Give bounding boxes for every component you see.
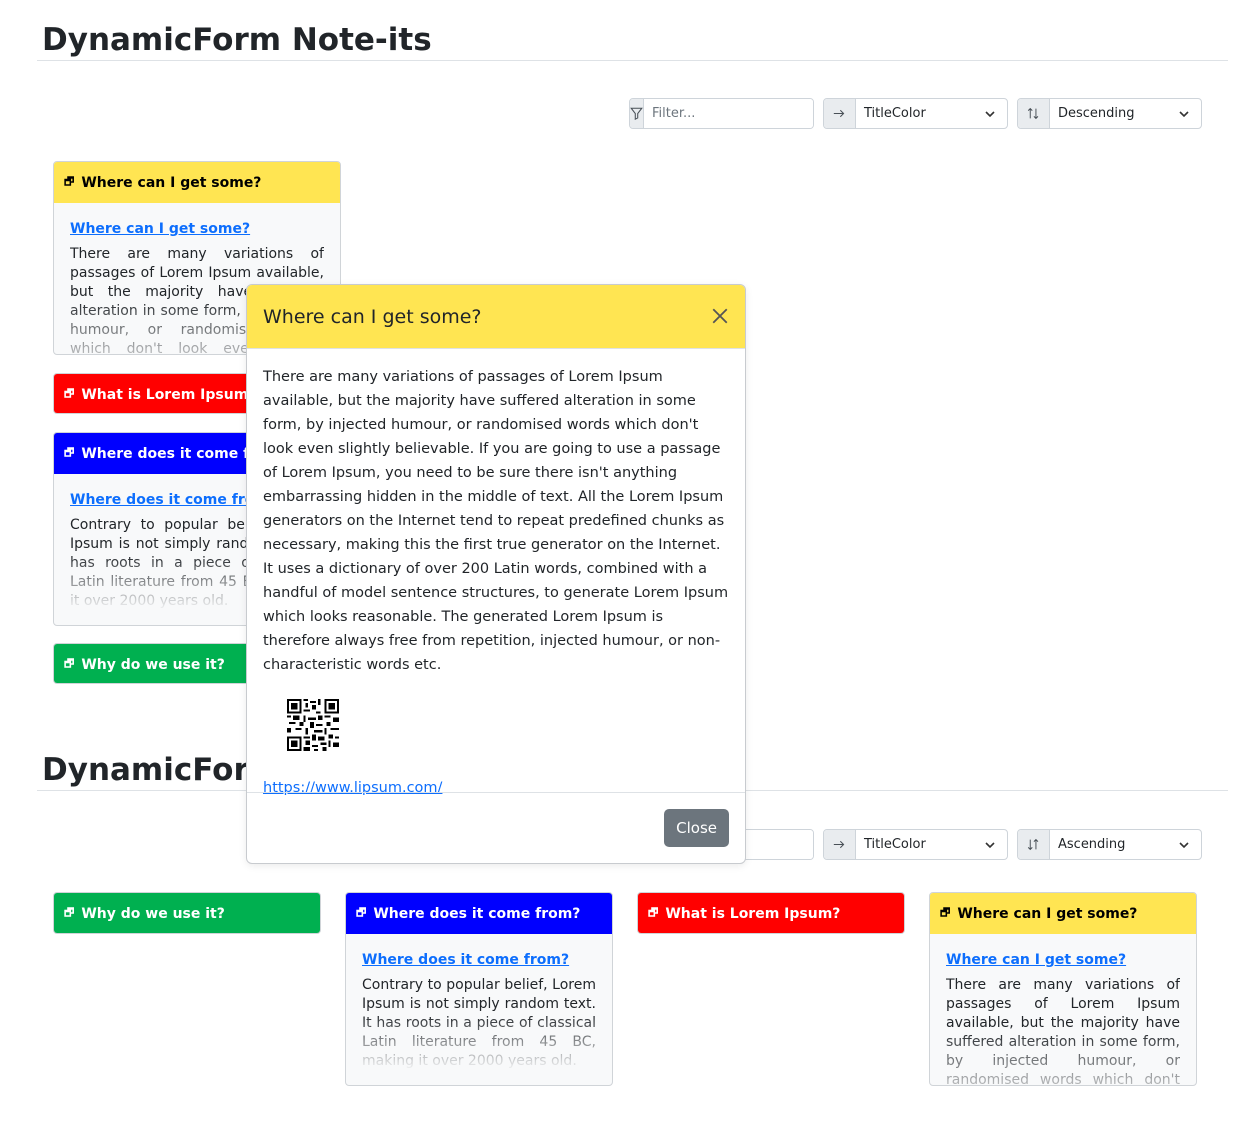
filter-input[interactable] [644, 99, 813, 128]
note-header[interactable]: 🗗 Where does it come from? [346, 893, 612, 934]
chevron-down-icon [985, 110, 995, 117]
sort-order-select[interactable]: Descending [1017, 98, 1202, 129]
note-link[interactable]: Where does it come from? [362, 952, 596, 968]
note-header[interactable]: 🗗 Where can I get some? [54, 162, 340, 203]
qr-code-icon [287, 699, 339, 751]
window-icon: 🗗 [64, 657, 75, 670]
close-button[interactable]: Close [664, 809, 729, 847]
group-by-select[interactable]: TitleColor [823, 829, 1008, 860]
window-icon: 🗗 [64, 387, 75, 400]
note-card[interactable]: 🗗 Why do we use it? [53, 892, 321, 934]
window-icon: 🗗 [64, 906, 75, 919]
note-link[interactable]: Where can I get some? [946, 952, 1180, 968]
toolbar: TitleColor Descending [629, 98, 1202, 129]
page-title: DynamicForm Note-its [37, 20, 1228, 61]
group-by-value: TitleColor [864, 837, 926, 852]
sort-order-value: Ascending [1058, 837, 1126, 852]
note-title: Where does it come from? [373, 905, 581, 922]
sort-order-value: Descending [1058, 106, 1135, 121]
note-link[interactable]: Where can I get some? [70, 221, 324, 237]
window-icon: 🗗 [64, 446, 75, 459]
group-by-value: TitleColor [864, 106, 926, 121]
arrow-right-icon [824, 99, 856, 128]
note-text: Contrary to popular belief, Lorem Ipsum … [362, 977, 596, 1069]
note-title: What is Lorem Ipsum? [81, 386, 257, 403]
chevron-down-icon [1179, 841, 1189, 848]
note-card[interactable]: 🗗 Where can I get some? Where can I get … [929, 892, 1197, 1086]
sort-order-select[interactable]: Ascending [1017, 829, 1202, 860]
note-header[interactable]: 🗗 Why do we use it? [54, 893, 320, 933]
window-icon: 🗗 [940, 906, 951, 919]
note-text: There are many variations of passages of… [946, 977, 1180, 1086]
note-title: Why do we use it? [81, 656, 225, 673]
group-by-select[interactable]: TitleColor [823, 98, 1008, 129]
note-title: Where can I get some? [81, 174, 262, 191]
note-card[interactable]: 🗗 What is Lorem Ipsum? [637, 892, 905, 934]
window-icon: 🗗 [356, 906, 367, 919]
note-card[interactable]: 🗗 Where does it come from? Where does it… [345, 892, 613, 1086]
note-header[interactable]: 🗗 What is Lorem Ipsum? [638, 893, 904, 933]
note-title: What is Lorem Ipsum? [665, 905, 841, 922]
sort-icon [1018, 830, 1050, 859]
filter-icon [630, 99, 644, 128]
modal-text: There are many variations of passages of… [263, 369, 729, 673]
modal-header: Where can I get some? [247, 285, 745, 349]
filter-group [629, 98, 814, 129]
close-icon[interactable] [711, 305, 729, 329]
window-icon: 🗗 [648, 906, 659, 919]
chevron-down-icon [985, 841, 995, 848]
modal-body: There are many variations of passages of… [247, 349, 745, 796]
note-title: Where can I get some? [957, 905, 1138, 922]
chevron-down-icon [1179, 110, 1189, 117]
note-header[interactable]: 🗗 Where can I get some? [930, 893, 1196, 934]
modal-title: Where can I get some? [263, 305, 482, 328]
sort-icon [1018, 99, 1050, 128]
arrow-right-icon [824, 830, 856, 859]
note-title: Why do we use it? [81, 905, 225, 922]
note-modal: Where can I get some? There are many var… [246, 284, 746, 864]
window-icon: 🗗 [64, 175, 75, 188]
modal-footer: Close [247, 792, 745, 863]
